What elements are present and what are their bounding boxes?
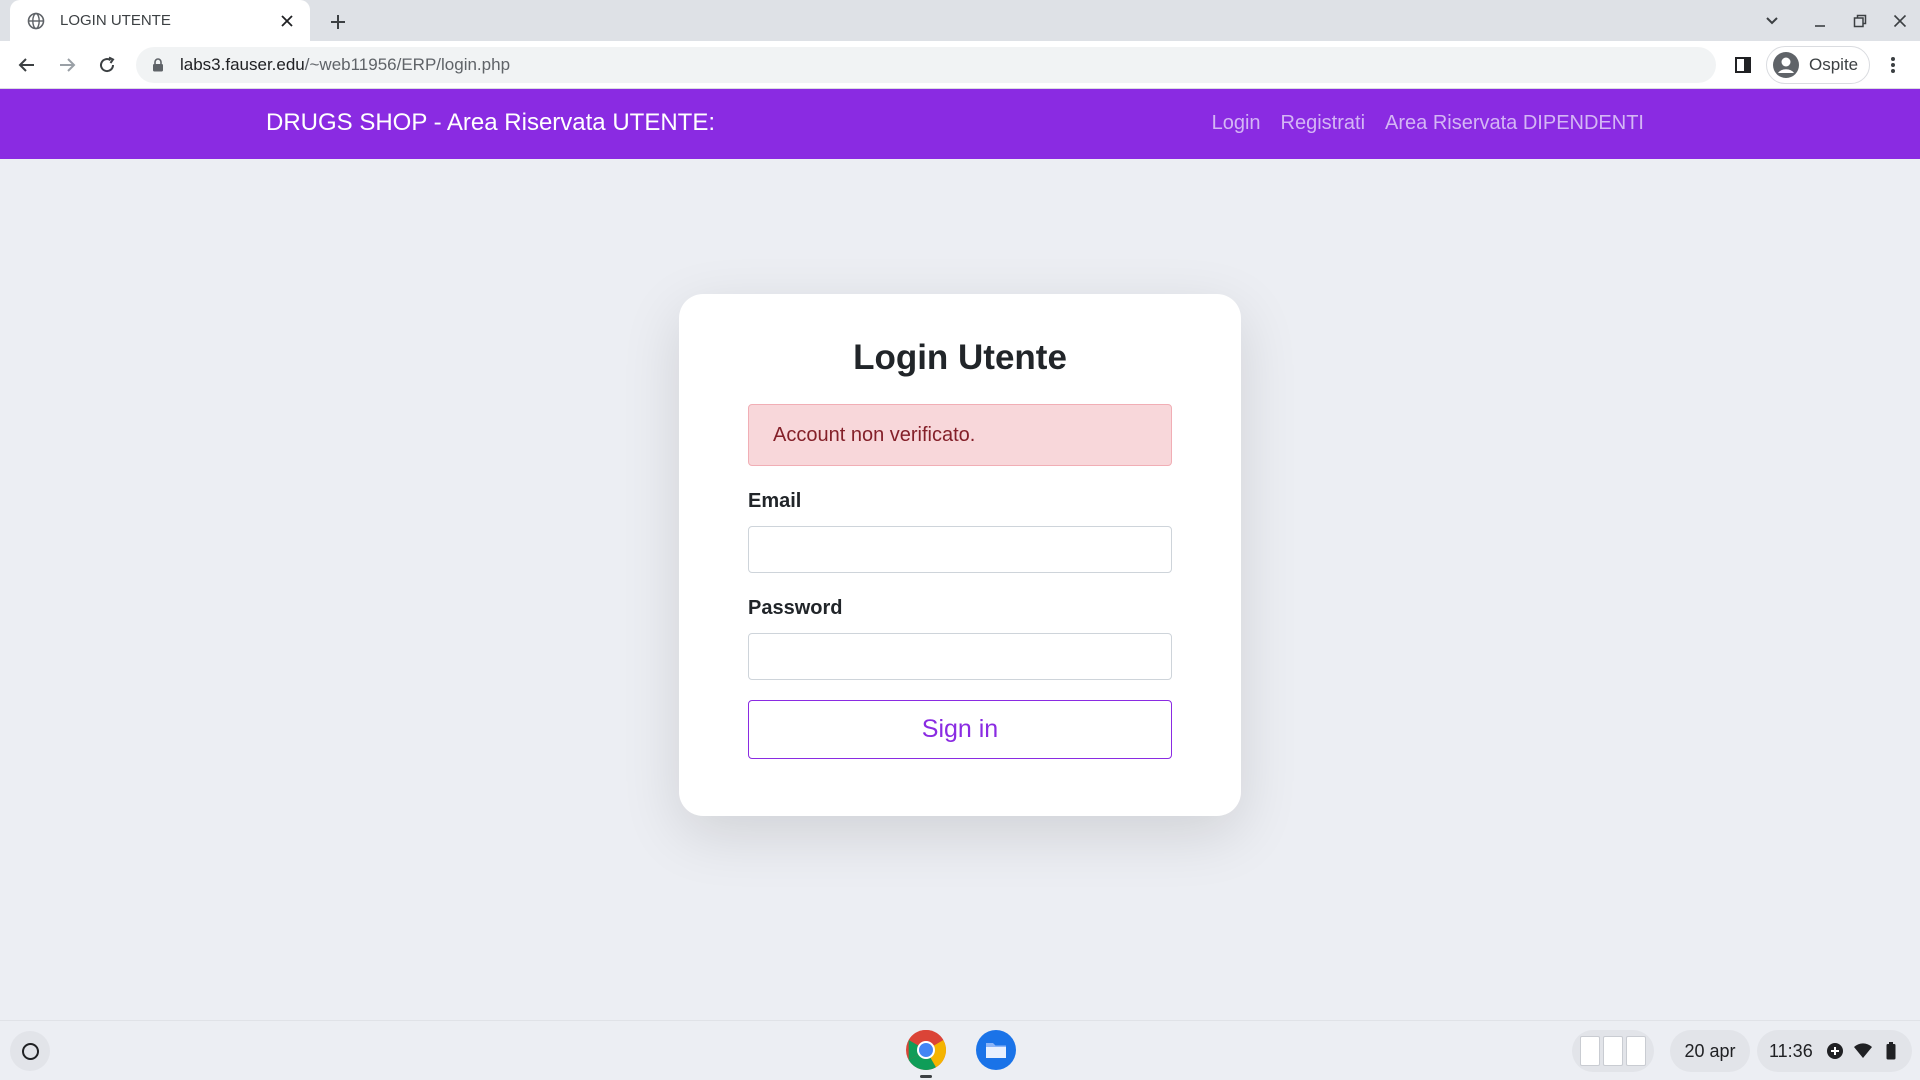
browser-menu-button[interactable] [1878,50,1908,80]
files-icon[interactable] [974,1028,1018,1072]
close-window-icon[interactable] [1886,8,1914,34]
more-vert-icon [1891,57,1895,73]
tab-title: LOGIN UTENTE [60,12,171,29]
login-card: Login Utente Account non verificato. Ema… [679,294,1241,816]
minimize-icon[interactable] [1806,8,1834,34]
error-alert: Account non verificato. [748,404,1172,466]
side-panel-button[interactable] [1728,50,1758,80]
chrome-icon[interactable] [904,1028,948,1072]
lock-icon[interactable] [150,57,166,73]
tab-search-icon[interactable] [1758,8,1786,34]
os-shelf: 20 apr 11:36 [0,1020,1920,1080]
side-panel-icon [1735,57,1751,73]
holding-space-thumbnail [1626,1036,1646,1066]
avatar-icon [1773,52,1799,78]
reload-button[interactable] [92,50,122,80]
active-app-indicator [920,1075,932,1078]
nav-link-staff-area[interactable]: Area Riservata DIPENDENTI [1385,112,1644,135]
site-navbar: DRUGS SHOP - Area Riservata UTENTE: Logi… [0,89,1920,159]
holding-space-button[interactable] [1572,1030,1654,1072]
url-path: /~web11956/ERP/login.php [304,55,511,74]
browser-toolbar: labs3.fauser.edu/~web11956/ERP/login.php… [0,41,1920,89]
browser-tab[interactable]: LOGIN UTENTE [10,0,310,41]
login-title: Login Utente [853,338,1067,377]
back-button[interactable] [12,50,42,80]
add-circle-icon [1825,1041,1845,1061]
launcher-icon [21,1042,39,1060]
browser-tabstrip: LOGIN UTENTE [0,0,1920,41]
address-bar[interactable]: labs3.fauser.edu/~web11956/ERP/login.php [136,47,1716,83]
battery-icon [1881,1041,1901,1061]
clock: 11:36 [1769,1040,1813,1061]
sign-in-button[interactable]: Sign in [748,700,1172,759]
email-field[interactable] [748,526,1172,573]
globe-icon [26,11,46,31]
status-tray[interactable]: 11:36 [1757,1030,1912,1072]
arrow-left-icon [18,58,34,72]
nav-link-login[interactable]: Login [1212,112,1261,135]
holding-space-thumbnail [1603,1036,1623,1066]
arrow-right-icon [60,58,76,72]
reload-icon [100,56,115,73]
profile-name: Ospite [1809,55,1859,74]
email-label: Email [748,490,802,512]
url-host: labs3.fauser.edu [180,55,305,74]
forward-button[interactable] [52,50,82,80]
nav-link-register[interactable]: Registrati [1281,112,1365,135]
date-tray[interactable]: 20 apr [1670,1030,1750,1072]
launcher-button[interactable] [10,1031,50,1071]
holding-space-thumbnail [1580,1036,1600,1066]
site-nav-links: Login Registrati Area Riservata DIPENDEN… [1212,112,1644,135]
url-text[interactable]: labs3.fauser.edu/~web11956/ERP/login.php [180,55,510,75]
profile-button[interactable]: Ospite [1766,46,1870,84]
close-tab-icon[interactable] [276,10,298,32]
site-brand[interactable]: DRUGS SHOP - Area Riservata UTENTE: [266,109,715,137]
new-tab-button[interactable] [324,8,352,36]
password-label: Password [748,597,843,619]
wifi-icon [1853,1041,1873,1061]
restore-icon[interactable] [1846,8,1874,34]
password-field[interactable] [748,633,1172,680]
